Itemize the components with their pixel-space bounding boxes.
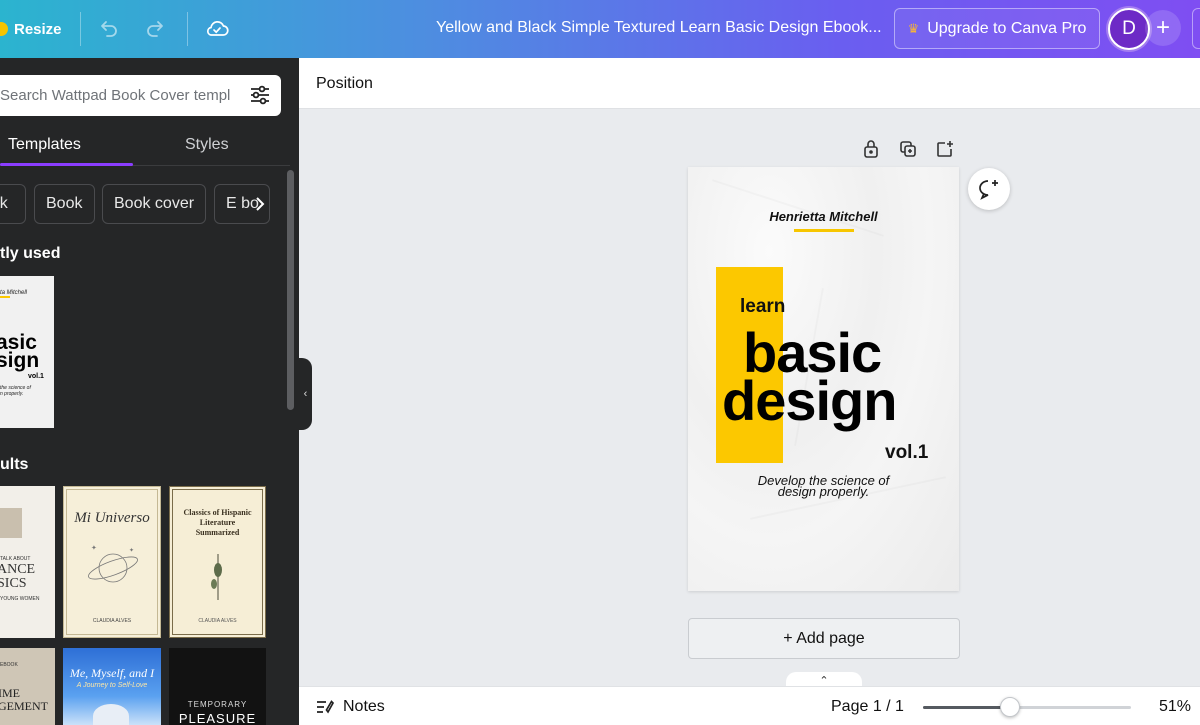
thumb-vol: vol.1 xyxy=(28,373,44,380)
thumb-text: YOUNG WOMEN xyxy=(0,596,40,602)
recently-used-title: tly used xyxy=(0,245,61,262)
panel-scrollbar[interactable] xyxy=(287,170,294,410)
chip-label: Book xyxy=(46,195,83,212)
top-bar: Resize Yellow and Black Simple Textured … xyxy=(0,0,1200,58)
thumb-subtitle: PLEASURE xyxy=(178,711,257,725)
upgrade-button[interactable]: ♛ Upgrade to Canva Pro xyxy=(894,8,1100,49)
notes-icon xyxy=(317,700,335,714)
add-page-button[interactable]: + Add page xyxy=(688,618,960,659)
thumb-author: CLAUDIA ALVES xyxy=(198,618,237,624)
author-text[interactable]: Henrietta Mitchell xyxy=(688,209,959,224)
add-page-icon[interactable] xyxy=(934,138,956,160)
thumb-text: EBOOK xyxy=(0,662,18,668)
chip-ebook[interactable]: ook xyxy=(0,184,26,224)
zoom-slider-fill xyxy=(923,706,1011,709)
thumb-accent-line xyxy=(0,296,10,298)
search-input[interactable]: Search Wattpad Book Cover templ xyxy=(0,75,281,116)
thumb-title: TEMPORARY xyxy=(187,700,248,709)
notes-label: Notes xyxy=(343,698,385,715)
invite-button[interactable]: + xyxy=(1145,10,1181,46)
result-template-thumb[interactable]: TEMPORARY PLEASURE xyxy=(169,648,266,725)
chip-book-cover[interactable]: Book cover xyxy=(102,184,206,224)
crown-icon: ♛ xyxy=(907,20,920,36)
thumb-title: Me, Myself, and I xyxy=(69,666,155,680)
panel-tabs: Templates Styles xyxy=(0,128,290,166)
tagline-line: design properly. xyxy=(777,484,870,499)
redo-icon[interactable] xyxy=(142,15,170,43)
duplicate-page-icon[interactable] xyxy=(897,138,919,160)
thumb-text: SICS xyxy=(0,576,27,591)
result-template-thumb[interactable]: EBOOK IME GEMENT xyxy=(0,648,55,725)
lock-icon[interactable] xyxy=(860,138,882,160)
recent-template-thumb[interactable]: ta Mitchell asic sign vol.1 the science … xyxy=(0,276,54,428)
svg-text:✦: ✦ xyxy=(91,544,97,552)
chip-e-book[interactable]: E bo xyxy=(214,184,270,224)
tagline-text[interactable]: Develop the science of design properly. xyxy=(688,474,959,499)
zoom-slider[interactable] xyxy=(923,697,1131,717)
thumb-tagline2: n properly. xyxy=(0,391,24,397)
tab-templates[interactable]: Templates xyxy=(8,136,81,154)
resize-label: Resize xyxy=(14,20,62,38)
chevron-left-icon: ‹ xyxy=(303,388,308,400)
design-text[interactable]: design xyxy=(722,373,897,429)
author-underline[interactable] xyxy=(794,229,854,232)
result-template-thumb[interactable]: TALK ABOUT ANCE SICS YOUNG WOMEN xyxy=(0,486,55,638)
context-toolbar: Position xyxy=(299,58,1200,109)
thumb-subtitle: A Journey to Self-Love xyxy=(76,682,148,689)
bottom-bar: Notes Page 1 / 1 51% xyxy=(299,686,1200,725)
position-button[interactable]: Position xyxy=(316,75,373,93)
active-tab-indicator xyxy=(0,163,133,166)
thumb-text: GEMENT xyxy=(0,699,48,713)
planet-icon: ✦ ✦ xyxy=(88,544,138,583)
share-button[interactable] xyxy=(1192,8,1200,49)
notes-button[interactable]: Notes xyxy=(315,698,385,716)
chevron-right-icon[interactable] xyxy=(254,195,266,218)
learn-text[interactable]: learn xyxy=(740,296,785,318)
comment-icon xyxy=(979,180,998,200)
page-indicator[interactable]: Page 1 / 1 xyxy=(831,698,904,716)
add-comment-button[interactable] xyxy=(968,168,1010,210)
divider xyxy=(187,12,188,46)
templates-panel: Search Wattpad Book Cover templ Template… xyxy=(0,58,299,725)
volume-text[interactable]: vol.1 xyxy=(885,442,928,464)
search-placeholder: Search Wattpad Book Cover templ xyxy=(0,87,231,104)
design-page[interactable]: Henrietta Mitchell learn basic design vo… xyxy=(688,167,959,591)
chip-label: ook xyxy=(0,195,8,212)
thumb-author: CLAUDIA ALVES xyxy=(92,618,132,624)
chip-label: Book cover xyxy=(114,195,195,212)
resize-button[interactable]: Resize xyxy=(0,14,62,44)
thumb-title: Mi Universo xyxy=(74,510,150,526)
upgrade-label: Upgrade to Canva Pro xyxy=(927,19,1087,37)
results-title: ults xyxy=(0,456,29,473)
chip-book[interactable]: Book xyxy=(34,184,95,224)
flower-icon xyxy=(211,554,222,600)
avatar[interactable]: D xyxy=(1108,8,1150,50)
zoom-level[interactable]: 51% xyxy=(1159,698,1191,716)
cloud-saved-icon[interactable] xyxy=(203,15,231,43)
thumb-line2: sign xyxy=(0,349,40,372)
tab-styles[interactable]: Styles xyxy=(185,136,229,154)
result-template-thumb[interactable]: Mi Universo ✦ ✦ CLAUDIA ALVES xyxy=(63,486,161,638)
design-title[interactable]: Yellow and Black Simple Textured Learn B… xyxy=(436,19,882,37)
zoom-slider-handle[interactable] xyxy=(1000,697,1021,717)
thumb-figure xyxy=(93,704,129,725)
thumb-photo xyxy=(0,508,22,538)
svg-text:✦: ✦ xyxy=(129,547,134,554)
collapse-panel-button[interactable]: ‹ xyxy=(299,358,312,430)
resize-icon xyxy=(0,22,8,36)
undo-icon[interactable] xyxy=(94,15,122,43)
result-template-thumb[interactable]: Classics of Hispanic Literature Summariz… xyxy=(169,486,266,638)
divider xyxy=(80,12,81,46)
result-template-thumb[interactable]: Me, Myself, and I A Journey to Self-Love xyxy=(63,648,161,725)
thumb-title: Classics of Hispanic Literature Summariz… xyxy=(183,508,252,537)
filter-icon[interactable] xyxy=(249,84,271,110)
